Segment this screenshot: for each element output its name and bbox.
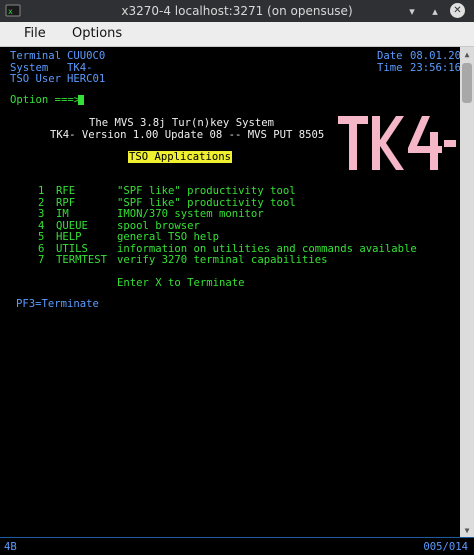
- menu-file[interactable]: File: [18, 26, 52, 41]
- maximize-icon[interactable]: ▴: [427, 3, 443, 19]
- tso-user-label: TSO User: [10, 73, 62, 85]
- terminal-screen[interactable]: Terminal CUU0C0 System TK4- TSO User HER…: [0, 47, 462, 537]
- tk4-logo: [338, 116, 456, 170]
- scroll-thumb[interactable]: [462, 63, 472, 103]
- pf3-key-hint[interactable]: PF3=Terminate: [16, 298, 99, 311]
- date-value: 08.01.20: [410, 50, 462, 62]
- window-title: x3270-4 localhost:3271 (on opensuse): [121, 4, 353, 18]
- banner-line-2: TK4- Version 1.00 Update 08 -- MVS PUT 8…: [50, 128, 325, 141]
- time-label: Time: [377, 61, 403, 74]
- scroll-up-icon[interactable]: ▲: [460, 47, 474, 61]
- banner-line-1: The MVS 3.8j Tur(n)key System: [89, 117, 274, 129]
- tso-user-value: HERC01: [67, 73, 106, 85]
- time-value: 23:56:16: [410, 61, 462, 74]
- terminal-value: CUU0C0: [67, 50, 106, 62]
- vertical-scrollbar[interactable]: ▲ ▼: [460, 47, 474, 537]
- window-title-bar[interactable]: x x3270-4 localhost:3271 (on opensuse) ▾…: [0, 0, 474, 22]
- date-label: Date: [377, 50, 403, 62]
- close-icon[interactable]: ✕: [450, 3, 465, 18]
- cursor-position: 005/014: [423, 541, 468, 553]
- terminal-label: Terminal: [10, 50, 62, 62]
- scroll-down-icon[interactable]: ▼: [460, 523, 474, 537]
- connection-indicator: 4B: [4, 541, 17, 553]
- minimize-icon[interactable]: ▾: [404, 3, 420, 19]
- menu-options[interactable]: Options: [66, 26, 128, 41]
- option-input-cursor[interactable]: [78, 95, 84, 105]
- exit-hint: Enter X to Terminate: [117, 277, 245, 289]
- status-line: 4B 005/014: [0, 537, 474, 555]
- menu-bar: File Options: [0, 22, 474, 47]
- tso-applications-heading: TSO Applications: [128, 151, 233, 163]
- option-prompt: Option ===>: [10, 94, 81, 106]
